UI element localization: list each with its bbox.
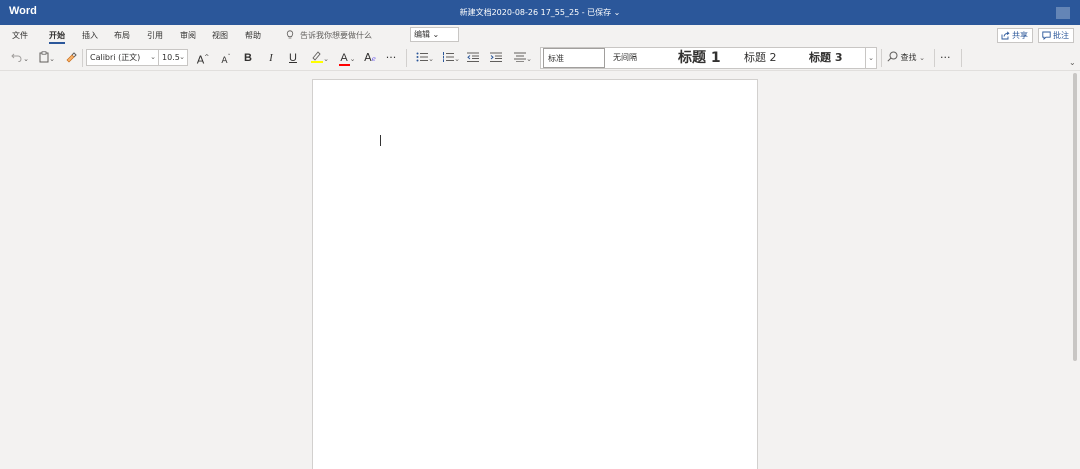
tab-view[interactable]: 视图 [212,30,228,41]
font-name-value: Calibri (正文) [90,53,141,62]
style-heading-1[interactable]: 标题 1 [678,48,738,68]
comment-button[interactable]: 批注 [1038,28,1074,43]
italic-button[interactable]: I [265,49,277,67]
more-font-options-button[interactable]: ··· [384,49,398,67]
style-heading-3[interactable]: 标题 3 [809,48,864,68]
tab-file[interactable]: 文件 [12,30,28,41]
tab-references[interactable]: 引用 [147,30,163,41]
highlighter-icon [311,51,324,63]
divider [82,49,83,67]
comment-label: 批注 [1053,31,1069,40]
decrease-indent-icon [467,52,479,62]
bullets-button[interactable]: ⌄ [414,49,436,67]
divider [881,49,882,67]
document-page[interactable] [312,79,758,469]
font-size-value: 10.5 [162,53,180,62]
share-button[interactable]: 共享 [997,28,1033,43]
editing-mode-button[interactable]: 编辑 ⌄ [410,27,459,42]
align-center-icon [514,52,527,63]
scrollbar-thumb[interactable] [1073,73,1077,361]
tab-layout[interactable]: 布局 [114,30,130,41]
share-icon [1001,31,1010,40]
chevron-down-icon: ⌄ [179,53,185,61]
format-painter-icon [66,52,77,63]
underline-button[interactable]: U [287,49,299,67]
chevron-down-icon: ⌄ [919,54,925,62]
shrink-font-button[interactable]: Aˇ [219,49,233,67]
tab-home[interactable]: 开始 [49,30,65,44]
styles-more-chevron-icon[interactable]: ⌄ [865,48,876,68]
tab-help[interactable]: 帮助 [245,30,261,41]
document-canvas [0,71,1070,469]
tab-insert[interactable]: 插入 [82,30,98,41]
divider [934,49,935,67]
increase-indent-icon [490,52,502,62]
format-painter-button[interactable] [63,49,79,67]
comment-icon [1042,31,1051,40]
tell-me-text: 告诉我你想要做什么 [300,31,372,40]
grow-font-button[interactable]: A^ [196,49,210,67]
chevron-down-icon: ⌄ [150,53,156,61]
document-title[interactable]: 新建文档2020-08-26 17_55_25 - 已保存 ⌄ [0,7,1080,18]
decrease-indent-button[interactable] [466,49,480,67]
lightbulb-icon [286,30,294,39]
undo-icon [11,53,22,63]
share-label: 共享 [1012,31,1028,40]
tell-me-search[interactable]: 告诉我你想要做什么 [286,30,372,41]
clear-formatting-button[interactable]: Aℯ [363,49,377,67]
vertical-scrollbar[interactable] [1070,71,1080,469]
text-cursor [380,135,381,146]
clear-format-icon: A [364,51,372,64]
ribbon-expand-chevron-icon[interactable]: ⌄ [1069,58,1076,67]
tab-review[interactable]: 审阅 [180,30,196,41]
increase-indent-button[interactable] [489,49,503,67]
numbering-button[interactable]: ⌄ [440,49,462,67]
search-icon [887,51,898,62]
style-normal[interactable]: 标准 [543,48,605,68]
font-size-select[interactable]: 10.5 ⌄ [158,49,188,66]
font-color-bar [338,64,350,66]
font-name-select[interactable]: Calibri (正文) ⌄ [86,49,159,66]
styles-gallery: 标准 无间隔 标题 1 标题 2 标题 3 ⌄ [540,47,877,69]
undo-button[interactable]: ⌄ [9,49,31,67]
style-no-spacing[interactable]: 无间隔 [613,48,665,68]
bold-button[interactable]: B [242,49,254,67]
style-heading-2[interactable]: 标题 2 [744,48,799,68]
clipboard-icon [39,51,49,63]
more-commands-button[interactable]: ··· [940,49,951,67]
numbered-list-icon [443,52,455,62]
menu-bar: 文件 开始 插入 布局 引用 审阅 视图 帮助 告诉我你想要做什么 [0,25,1080,45]
divider [406,49,407,67]
find-label: 查找 [900,53,917,62]
highlight-button[interactable]: ⌄ [309,49,331,67]
bullet-list-icon [416,52,429,62]
find-button[interactable]: 查找 ⌄ [887,49,925,67]
user-avatar-icon[interactable] [1056,7,1070,19]
divider [961,49,962,67]
align-button[interactable]: ⌄ [512,49,534,67]
font-color-button[interactable]: A ⌄ [336,49,358,67]
paste-button[interactable]: ⌄ [36,49,58,67]
font-color-letter: A [340,52,348,64]
title-bar: Word 新建文档2020-08-26 17_55_25 - 已保存 ⌄ [0,0,1080,25]
